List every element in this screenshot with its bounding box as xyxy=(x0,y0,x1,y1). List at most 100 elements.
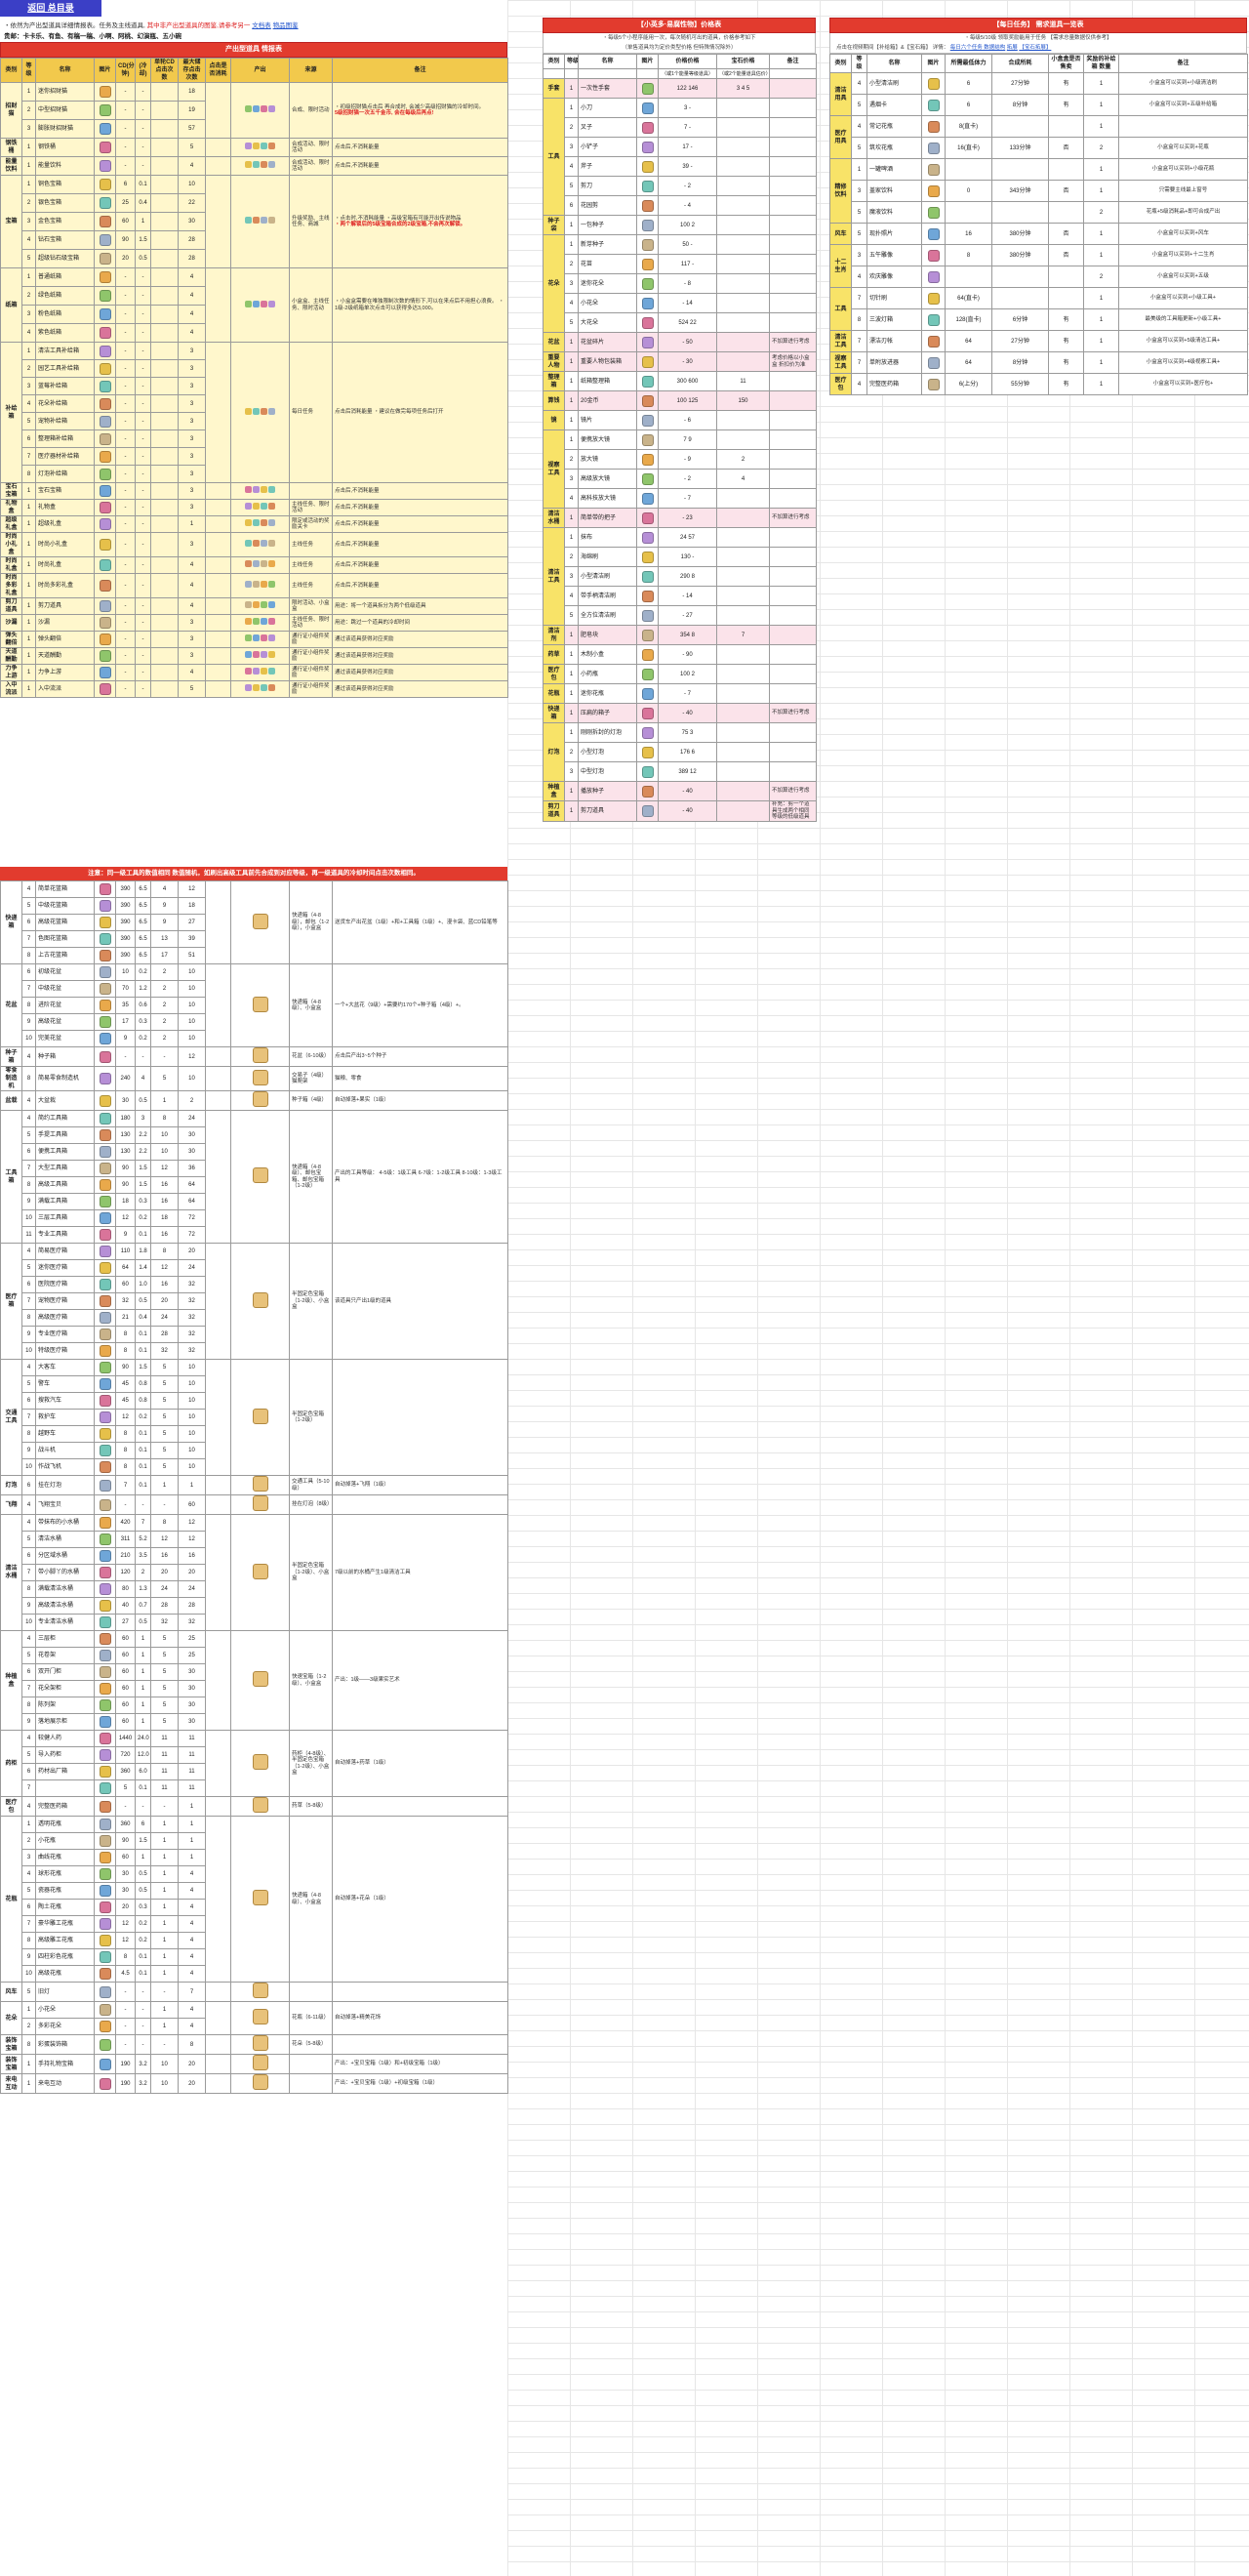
picture-cell xyxy=(94,1932,116,1949)
name-cell: 救护车 xyxy=(35,1409,95,1426)
round-clicks-cell: 8 xyxy=(150,1110,179,1127)
name-cell: 力争上游 xyxy=(35,664,95,681)
item-picture-icon xyxy=(99,900,111,912)
item-picture-icon xyxy=(927,292,940,305)
picture-cell xyxy=(94,1663,116,1681)
source-cell: 限定或活动的奖励关卡 xyxy=(289,515,333,533)
output-item-icon xyxy=(253,143,260,149)
max-clicks-cell: 3 xyxy=(178,499,206,516)
max-clicks-cell: 10 xyxy=(178,997,206,1014)
max-clicks-cell: 51 xyxy=(178,947,206,964)
level-cell: 3 xyxy=(564,137,579,157)
merge-time-cell: 343分钟 xyxy=(991,180,1049,202)
round-clicks-cell: 1 xyxy=(150,1882,179,1900)
item-picture-icon xyxy=(99,1395,111,1407)
price-row: 5 大花朵 524 22 xyxy=(544,312,817,333)
level-cell: 4 xyxy=(21,1243,36,1260)
consume-cell xyxy=(205,647,231,665)
box-count-cell: 1 xyxy=(1083,244,1119,266)
cd-cell: - xyxy=(115,82,136,102)
round-clicks-cell xyxy=(150,465,179,483)
output-item-icon xyxy=(268,300,275,307)
cd-cell: 8 xyxy=(115,1948,136,1966)
table-row: 剪刀道具 1 剪刀道具 - -4 限时活动、小盒盒 用途：将一个道具拆分为两个低级道具 xyxy=(0,597,508,615)
level-cell: 2 xyxy=(21,1832,36,1850)
level-cell: 10 xyxy=(21,1209,36,1227)
price-row: 4 高科技放大镜 - 7 xyxy=(544,488,817,509)
doc-link[interactable]: 文档表 xyxy=(252,22,271,29)
level-cell: 4 xyxy=(21,394,36,413)
level-cell: 1 xyxy=(564,234,579,255)
gem-price-cell xyxy=(716,429,770,450)
level-cell: 10 xyxy=(21,1614,36,1631)
level-cell: 8 xyxy=(21,1697,36,1714)
max-clicks-cell: 32 xyxy=(178,1292,206,1310)
remark-cell xyxy=(769,273,817,294)
gem-price-cell xyxy=(716,332,770,352)
cd-cell: 180 xyxy=(115,1110,136,1127)
level-cell: 4 xyxy=(21,1865,36,1883)
picture-cell xyxy=(636,449,659,470)
max-clicks-cell: 60 xyxy=(178,1494,206,1515)
item-picture-icon xyxy=(99,1428,111,1440)
cd-cell: - xyxy=(115,2018,136,2035)
merge-time-cell: 8分钟 xyxy=(991,94,1049,116)
item-picture-icon xyxy=(99,1329,111,1340)
category-cell: 手套 xyxy=(543,78,565,99)
max-clicks-cell: 57 xyxy=(178,119,206,139)
category-cell: 礼物盒 xyxy=(0,499,22,516)
picture-cell xyxy=(94,1193,116,1210)
level-cell: 1 xyxy=(851,158,867,181)
table-row: 宝石宝箱 1 宝石宝箱 - -3 点击后,不消耗能量 xyxy=(0,482,508,500)
level-cell: 6 xyxy=(21,1475,36,1495)
item-picture-icon xyxy=(99,197,111,209)
daily-link-c[interactable]: 【宝石拓展】 xyxy=(1019,45,1051,51)
output-item-icon xyxy=(253,618,260,625)
item-picture-icon xyxy=(99,1279,111,1290)
cd-cell: 60 xyxy=(115,1647,136,1664)
output-item-icon xyxy=(252,1167,268,1183)
column-header: 宝石价格 xyxy=(716,54,770,69)
name-cell: 现扑照片 xyxy=(866,223,922,245)
cd-cell: 60 xyxy=(115,1697,136,1714)
cd-cell: - xyxy=(115,499,136,516)
item-picture-icon xyxy=(641,590,654,602)
daily-link-b[interactable]: 拓展 xyxy=(1007,45,1018,51)
energy-cell: 128(直卡) xyxy=(945,308,992,331)
energy-cell: 16(直卡) xyxy=(945,137,992,159)
back-to-index-button[interactable]: 返回 总目录 xyxy=(0,0,101,17)
category-cell: 弹头翻倍 xyxy=(0,631,22,648)
picture-cell xyxy=(94,1046,116,1067)
output-cell xyxy=(230,1110,290,1244)
item-book-link[interactable]: 物品图鉴 xyxy=(273,22,299,29)
category-cell: 清洁工具 xyxy=(829,330,852,352)
table-row: 装饰宝箱 8 彩蛋装饰箱 - - -8 花朵（5-8级） xyxy=(0,2034,508,2055)
output-cell xyxy=(230,614,290,632)
name-cell: 陶土花瓶 xyxy=(35,1899,95,1916)
column-header: 名称 xyxy=(35,58,95,83)
item-picture-icon xyxy=(927,335,940,348)
gem-price-cell xyxy=(716,683,770,704)
picture-cell xyxy=(94,1126,116,1144)
max-clicks-cell: 24 xyxy=(178,1110,206,1127)
cd-cell: 120 xyxy=(115,1564,136,1581)
round-clicks-cell: 1 xyxy=(150,1965,179,1983)
picture-cell xyxy=(94,1458,116,1476)
price-cell: 122 146 xyxy=(658,78,717,99)
source-cell: 快速宝箱（1-2级）、小盒盒 xyxy=(289,1630,333,1731)
level-cell: 5 xyxy=(851,137,867,159)
price-cell: - 14 xyxy=(658,586,717,606)
picture-cell xyxy=(636,156,659,177)
daily-row: 8 三波灯箱 128(直卡) 6分钟有 1 最美级的工具箱更新+小级工具+ xyxy=(830,308,1248,331)
output-item-icon xyxy=(252,1476,268,1492)
round-clicks-cell: 1 xyxy=(150,1865,179,1883)
name-cell: 三层工具箱 xyxy=(35,1209,95,1227)
table-row: 天道酬勤 1 天道酬勤 - -3 通行证小组件奖励 通过该道具获得对应奖励 xyxy=(0,647,508,665)
level-cell: 10 xyxy=(21,1458,36,1476)
cd-cell: 17 xyxy=(115,1013,136,1031)
name-cell: 小刀 xyxy=(578,98,637,118)
picture-cell xyxy=(94,342,116,360)
daily-link-a[interactable]: 每日六个任务 数据结构 xyxy=(950,45,1006,51)
round-clicks-cell xyxy=(150,175,179,194)
round-clicks-cell xyxy=(150,614,179,632)
